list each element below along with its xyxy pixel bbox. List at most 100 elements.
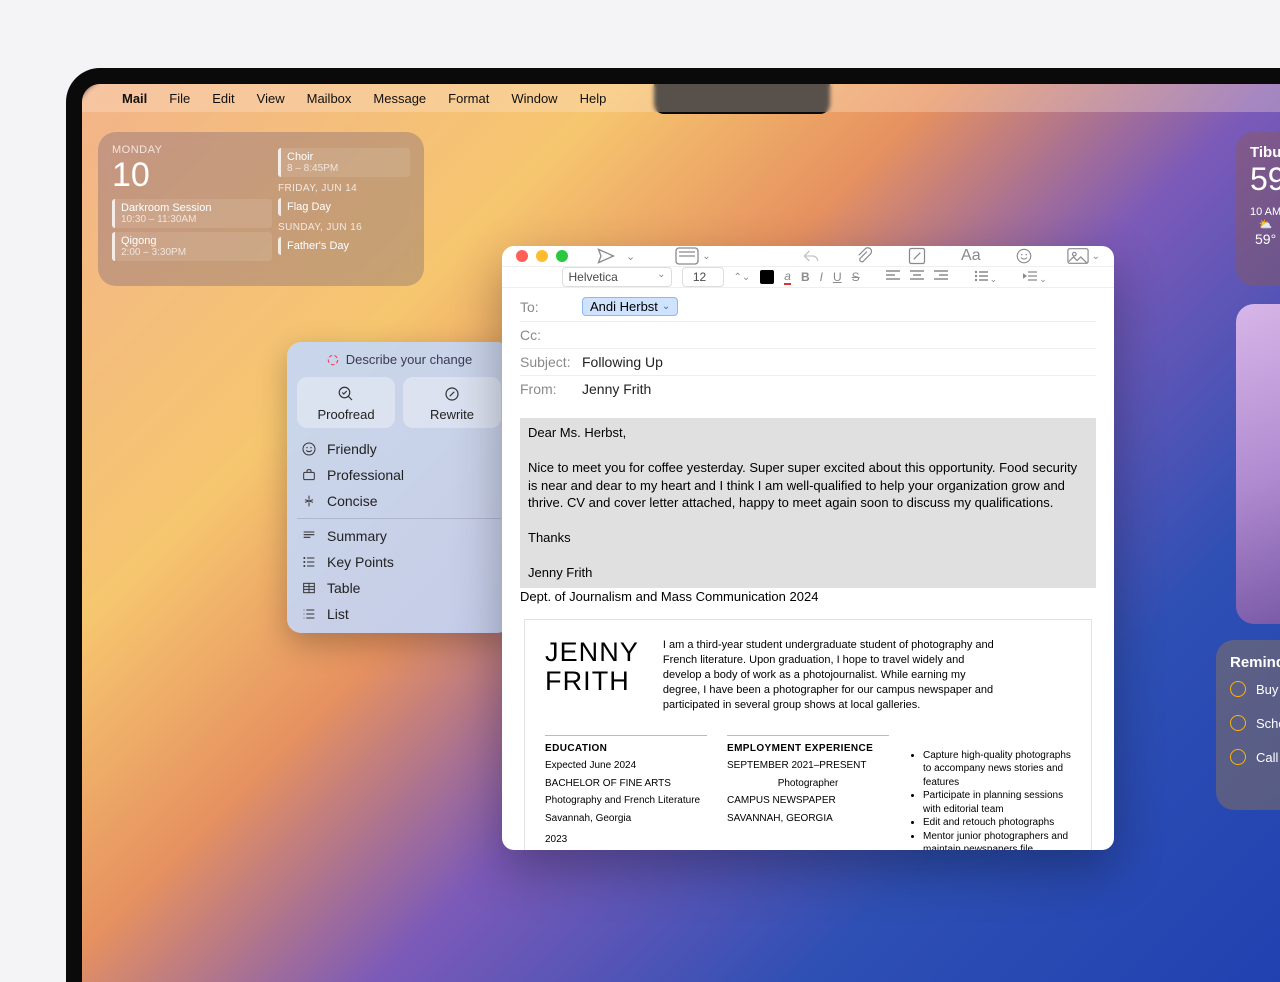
event-time: 2:00 – 3:30PM: [121, 247, 266, 258]
resume-line: SEPTEMBER 2021–PRESENT: [727, 759, 889, 773]
list-style-button[interactable]: ⌄: [974, 270, 998, 285]
strike-button[interactable]: S: [852, 270, 860, 284]
subject-label: Subject:: [520, 354, 582, 370]
minimize-button[interactable]: [536, 250, 548, 262]
menu-message[interactable]: Message: [373, 91, 426, 106]
event-title: Father's Day: [287, 240, 349, 252]
reminder-item[interactable]: Scholarship: [1230, 715, 1280, 731]
to-label: To:: [520, 299, 582, 315]
recipient-pill[interactable]: Andi Herbst: [582, 297, 678, 316]
calendar-daynumber: 10: [112, 156, 272, 195]
mail-toolbar: ⌄ ⌄ Aa ⌄: [502, 246, 1114, 267]
send-button[interactable]: [596, 246, 616, 266]
align-left-icon[interactable]: [886, 270, 900, 285]
window-controls: [516, 250, 568, 262]
tone-label: Concise: [327, 493, 378, 509]
zoom-button[interactable]: [556, 250, 568, 262]
calendar-widget[interactable]: MONDAY 10 Darkroom Session 10:30 – 11:30…: [98, 132, 424, 286]
resume-bullets: Capture high-quality photographs to acco…: [909, 735, 1071, 850]
lines-icon: [301, 528, 317, 544]
menubar: Mail File Edit View Mailbox Message Form…: [82, 84, 1280, 112]
event-time: 10:30 – 11:30AM: [121, 214, 266, 225]
mail-body[interactable]: Dear Ms. Herbst, Nice to meet you for co…: [502, 410, 1114, 850]
text-color-button[interactable]: a: [784, 269, 791, 285]
align-center-icon[interactable]: [910, 270, 924, 285]
body-sig-name: Jenny Frith: [528, 564, 1088, 582]
circle-icon[interactable]: [1230, 681, 1246, 697]
calendar-date-header: SUNDAY, JUN 16: [278, 222, 410, 233]
menu-mailbox[interactable]: Mailbox: [307, 91, 352, 106]
markup-button[interactable]: [907, 246, 927, 266]
header-fields-button[interactable]: ⌄: [675, 247, 710, 265]
proofread-label: Proofread: [317, 407, 374, 422]
reminder-item[interactable]: Call Domin: [1230, 749, 1280, 765]
underline-button[interactable]: U: [833, 270, 842, 284]
calendar-event[interactable]: Choir 8 – 8:45PM: [278, 148, 410, 177]
describe-change-field[interactable]: Describe your change: [287, 342, 511, 377]
cc-label: Cc:: [520, 327, 582, 343]
app-menu[interactable]: Mail: [122, 91, 147, 106]
transform-table[interactable]: Table: [287, 575, 511, 601]
close-button[interactable]: [516, 250, 528, 262]
weather-hour: 10 AM ⛅ 59°: [1250, 206, 1280, 247]
tone-professional[interactable]: Professional: [287, 462, 511, 488]
resume-education: EDUCATION Expected June 2024 BACHELOR OF…: [545, 735, 707, 850]
menu-help[interactable]: Help: [580, 91, 607, 106]
from-value: Jenny Frith: [582, 381, 651, 397]
italic-button[interactable]: I: [820, 270, 823, 284]
indent-button[interactable]: ⌄: [1023, 270, 1047, 285]
photos-widget[interactable]: [1236, 304, 1280, 624]
attach-button[interactable]: [855, 246, 873, 266]
magnify-check-icon: [337, 385, 355, 403]
weather-temp: 59°: [1250, 161, 1280, 198]
bold-button[interactable]: B: [801, 270, 810, 284]
emoji-button[interactable]: [1015, 247, 1033, 265]
menu-view[interactable]: View: [257, 91, 285, 106]
photo-browser-button[interactable]: ⌄: [1067, 247, 1100, 265]
body-greeting: Dear Ms. Herbst,: [528, 424, 1088, 442]
size-stepper-icon[interactable]: ⌃⌄: [734, 272, 751, 283]
transform-keypoints[interactable]: Key Points: [287, 549, 511, 575]
font-size-select[interactable]: 12: [682, 267, 724, 287]
calendar-event[interactable]: Qigong 2:00 – 3:30PM: [112, 232, 272, 261]
cc-row[interactable]: Cc:: [520, 322, 1096, 349]
calendar-event[interactable]: Father's Day: [278, 237, 410, 255]
text-color-swatch[interactable]: [760, 270, 774, 284]
reminders-widget[interactable]: Reminders Buy film (12 Scholarship Call …: [1216, 640, 1280, 810]
compress-icon: [301, 493, 317, 509]
font-select[interactable]: Helvetica: [562, 267, 672, 287]
to-row[interactable]: To: Andi Herbst: [520, 292, 1096, 322]
menu-file[interactable]: File: [169, 91, 190, 106]
calendar-event[interactable]: Flag Day: [278, 198, 410, 216]
resume-bullet: Mentor junior photographers and maintain…: [923, 830, 1071, 850]
circle-icon[interactable]: [1230, 715, 1246, 731]
rewrite-button[interactable]: Rewrite: [403, 377, 501, 428]
resume-line: Photography and French Literature: [545, 794, 707, 808]
circle-icon[interactable]: [1230, 749, 1246, 765]
reminder-item[interactable]: Buy film (12: [1230, 681, 1280, 697]
bullets-icon: [301, 554, 317, 570]
resume-line: CAMPUS NEWSPAPER: [727, 794, 889, 808]
calendar-event[interactable]: Darkroom Session 10:30 – 11:30AM: [112, 199, 272, 228]
format-button[interactable]: Aa: [961, 247, 981, 265]
menu-format[interactable]: Format: [448, 91, 489, 106]
subject-row[interactable]: Subject: Following Up: [520, 349, 1096, 376]
tone-concise[interactable]: Concise: [287, 488, 511, 514]
weather-location: Tiburon: [1250, 144, 1280, 161]
selected-text[interactable]: Dear Ms. Herbst, Nice to meet you for co…: [520, 418, 1096, 588]
menu-edit[interactable]: Edit: [212, 91, 234, 106]
reminder-label: Call Domin: [1256, 750, 1280, 765]
format-bar: Helvetica 12 ⌃⌄ a B I U S ⌄ ⌄: [502, 267, 1114, 288]
tone-friendly[interactable]: Friendly: [287, 436, 511, 462]
resume-attachment[interactable]: JENNY FRITH I am a third-year student un…: [524, 619, 1092, 850]
menu-window[interactable]: Window: [511, 91, 557, 106]
weather-widget[interactable]: Tiburon 59° 10 AM ⛅ 59° 11 AM ⛅ 62°: [1236, 132, 1280, 286]
align-right-icon[interactable]: [934, 270, 948, 285]
transform-summary[interactable]: Summary: [287, 523, 511, 549]
from-label: From:: [520, 381, 582, 397]
transform-list[interactable]: List: [287, 601, 511, 627]
proofread-button[interactable]: Proofread: [297, 377, 395, 428]
from-row[interactable]: From: Jenny Frith: [520, 376, 1096, 402]
reply-button[interactable]: [801, 246, 821, 266]
chevron-down-icon[interactable]: ⌄: [626, 250, 635, 263]
